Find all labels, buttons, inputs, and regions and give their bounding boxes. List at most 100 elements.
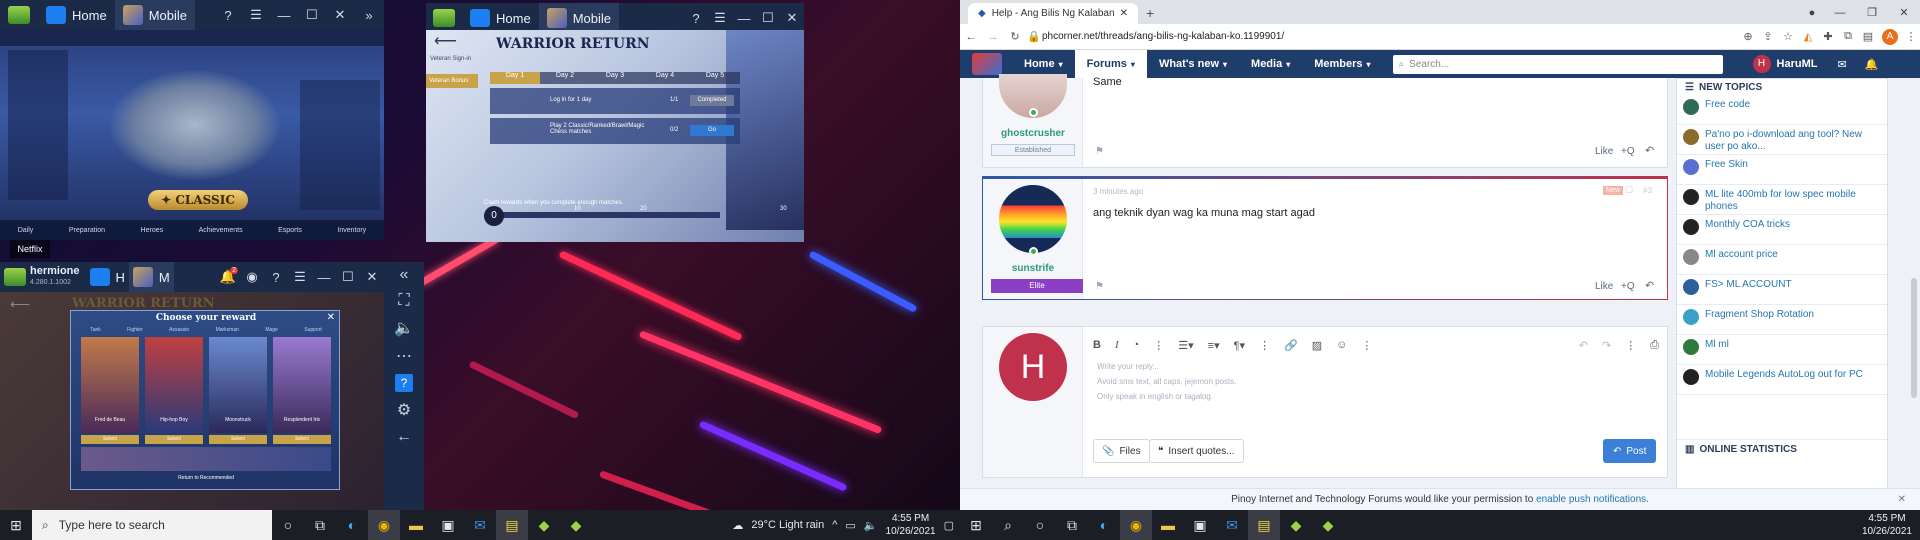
classic-mode-button[interactable]: ✦ CLASSIC xyxy=(148,190,248,210)
maximize-icon[interactable]: ☐ xyxy=(298,7,326,23)
hero-card[interactable]: Resplendent Iris xyxy=(273,337,331,433)
topic-title[interactable]: Free code xyxy=(1705,99,1750,111)
topic-author-avatar[interactable] xyxy=(1683,129,1699,145)
mail-icon[interactable]: ✉ xyxy=(1216,510,1248,540)
nav-whats-new[interactable]: What's new ▾ xyxy=(1147,50,1239,78)
more-insert-icon[interactable]: ⋮ xyxy=(1259,339,1270,352)
mobile-legends-tab[interactable]: Mobile xyxy=(538,3,619,33)
alerts-bell-icon[interactable]: 🔔 xyxy=(1865,58,1879,71)
bluestacks-taskbar-icon[interactable]: ◆ xyxy=(1280,510,1312,540)
close-icon[interactable]: ✕ xyxy=(326,7,354,23)
topic-item[interactable]: Ml ml xyxy=(1677,335,1887,365)
window-minimize-icon[interactable]: — xyxy=(1824,2,1856,24)
menu-icon[interactable]: ☰ xyxy=(288,269,312,285)
home-tab[interactable]: H xyxy=(86,262,129,292)
reply-arrow-icon[interactable]: ↶ xyxy=(1645,144,1654,157)
minimize-icon[interactable]: — xyxy=(732,11,756,26)
topic-title[interactable]: Ml account price xyxy=(1705,249,1778,261)
more-edit-icon[interactable]: ⋮ xyxy=(1625,339,1636,352)
network-icon[interactable]: ▭ xyxy=(845,519,855,532)
new-tab-icon[interactable]: + xyxy=(1146,2,1154,24)
scrollbar-track[interactable] xyxy=(1910,78,1918,488)
enable-push-link[interactable]: enable push notifications. xyxy=(1536,494,1649,505)
bookmark-star-icon[interactable]: ☆ xyxy=(1778,30,1798,43)
sticky-notes-icon[interactable]: ▤ xyxy=(1248,510,1280,540)
role-tab[interactable]: Assassin xyxy=(169,327,189,333)
post-username[interactable]: sunstrife xyxy=(983,263,1083,274)
select-button[interactable]: Select xyxy=(209,435,267,444)
extension-icon[interactable]: ✚ xyxy=(1818,30,1838,43)
reading-list-icon[interactable]: ▤ xyxy=(1858,30,1878,43)
undo-icon[interactable]: ↶ xyxy=(1579,339,1588,352)
close-icon[interactable]: ✕ xyxy=(360,269,384,285)
day-tab[interactable]: Day 3 xyxy=(590,72,640,84)
topic-item[interactable]: ML lite 400mb for low spec mobile phones xyxy=(1677,185,1887,215)
task-view-icon[interactable]: ⧉ xyxy=(304,510,336,540)
nav-media[interactable]: Media ▾ xyxy=(1239,50,1302,78)
chrome-menu-icon[interactable]: ⋮ xyxy=(1902,30,1920,43)
topic-author-avatar[interactable] xyxy=(1683,369,1699,385)
store-icon[interactable]: ▣ xyxy=(432,510,464,540)
day-tab[interactable]: Day 1 xyxy=(490,72,540,84)
topic-author-avatar[interactable] xyxy=(1683,279,1699,295)
veteran-bonus-tab[interactable]: Veteran Bonus xyxy=(426,74,478,88)
username-link[interactable]: HaruML xyxy=(1777,58,1818,70)
windows-start-icon[interactable]: ⊞ xyxy=(960,510,992,540)
reply-arrow-icon[interactable]: ↶ xyxy=(1645,279,1654,292)
chrome-icon[interactable]: ◉ xyxy=(1120,510,1152,540)
topic-item[interactable]: Free code xyxy=(1677,95,1887,125)
maximize-icon[interactable]: ☐ xyxy=(756,10,780,26)
image-icon[interactable]: ▨ xyxy=(1312,339,1322,352)
notification-close-icon[interactable]: ✕ xyxy=(1898,489,1906,511)
notification-icon[interactable]: 🔔 2 xyxy=(216,267,240,285)
home-tab[interactable]: Home xyxy=(462,3,539,33)
task-completed-button[interactable]: Completed xyxy=(690,95,734,106)
menu-icon[interactable]: ☰ xyxy=(242,7,270,23)
topic-author-avatar[interactable] xyxy=(1683,159,1699,175)
select-button[interactable]: Select xyxy=(145,435,203,444)
paragraph-icon[interactable]: ¶▾ xyxy=(1234,339,1245,352)
more-icon[interactable]: ⋯ xyxy=(396,346,412,366)
topic-title[interactable]: Monthly COA tricks xyxy=(1705,219,1790,231)
topic-item[interactable]: FS> ML ACCOUNT xyxy=(1677,275,1887,305)
attach-files-button[interactable]: 📎 Files xyxy=(1093,439,1150,463)
role-tab[interactable]: Tank xyxy=(90,327,101,333)
phcorner-logo[interactable] xyxy=(972,53,1002,75)
topic-author-avatar[interactable] xyxy=(1683,99,1699,115)
bluestacks-multi-icon[interactable]: ◆ xyxy=(560,510,592,540)
topic-title[interactable]: Fragment Shop Rotation xyxy=(1705,309,1814,321)
topic-author-avatar[interactable] xyxy=(1683,189,1699,205)
post-time[interactable]: 3 minutes ago xyxy=(1093,187,1143,196)
reply-textarea[interactable]: Write your reply... Avoid sms text, all … xyxy=(1093,359,1659,413)
maximize-icon[interactable]: ☐ xyxy=(336,269,360,285)
inbox-icon[interactable]: ✉ xyxy=(1838,58,1847,71)
back-icon[interactable]: ← xyxy=(960,31,982,43)
topic-item[interactable]: Pa'no po i-download ang tool? New user p… xyxy=(1677,125,1887,155)
file-explorer-icon[interactable]: ▬ xyxy=(1152,510,1184,540)
role-tab[interactable]: Support xyxy=(304,327,322,333)
nav-members[interactable]: Members ▾ xyxy=(1302,50,1382,78)
window-restore-icon[interactable]: ❐ xyxy=(1856,2,1888,24)
role-tab[interactable]: Marksman xyxy=(216,327,239,333)
nav-daily[interactable]: Daily xyxy=(18,227,34,234)
mobile-legends-tab[interactable]: M xyxy=(128,262,174,292)
minimize-icon[interactable]: — xyxy=(312,270,336,285)
smilies-icon[interactable]: ☺ xyxy=(1336,339,1347,351)
link-icon[interactable]: 🔗 xyxy=(1284,339,1298,352)
nav-preparation[interactable]: Preparation xyxy=(69,227,105,234)
topic-item[interactable]: Free Skin xyxy=(1677,155,1887,185)
forum-search-input[interactable]: ⌕ Search... xyxy=(1392,54,1723,74)
more-formatting-icon[interactable]: ⋮ xyxy=(1153,339,1164,352)
more-options-icon[interactable]: ⋮ xyxy=(1361,339,1372,352)
hero-card[interactable]: Hip-hop Boy xyxy=(145,337,203,433)
nav-forums[interactable]: Forums ▾ xyxy=(1074,50,1147,78)
topic-author-avatar[interactable] xyxy=(1683,339,1699,355)
search-icon[interactable]: ⌕ xyxy=(992,510,1024,540)
day-tab[interactable]: Day 5 xyxy=(690,72,740,84)
return-to-recommended-button[interactable]: Return to Recommended xyxy=(171,475,241,487)
topic-title[interactable]: Pa'no po i-download ang tool? New user p… xyxy=(1705,129,1881,153)
italic-icon[interactable]: I xyxy=(1115,339,1119,351)
bold-icon[interactable]: B xyxy=(1093,339,1101,351)
user-avatar-nyancat[interactable] xyxy=(999,185,1067,253)
tab-search-icon[interactable]: ● xyxy=(1800,2,1824,24)
